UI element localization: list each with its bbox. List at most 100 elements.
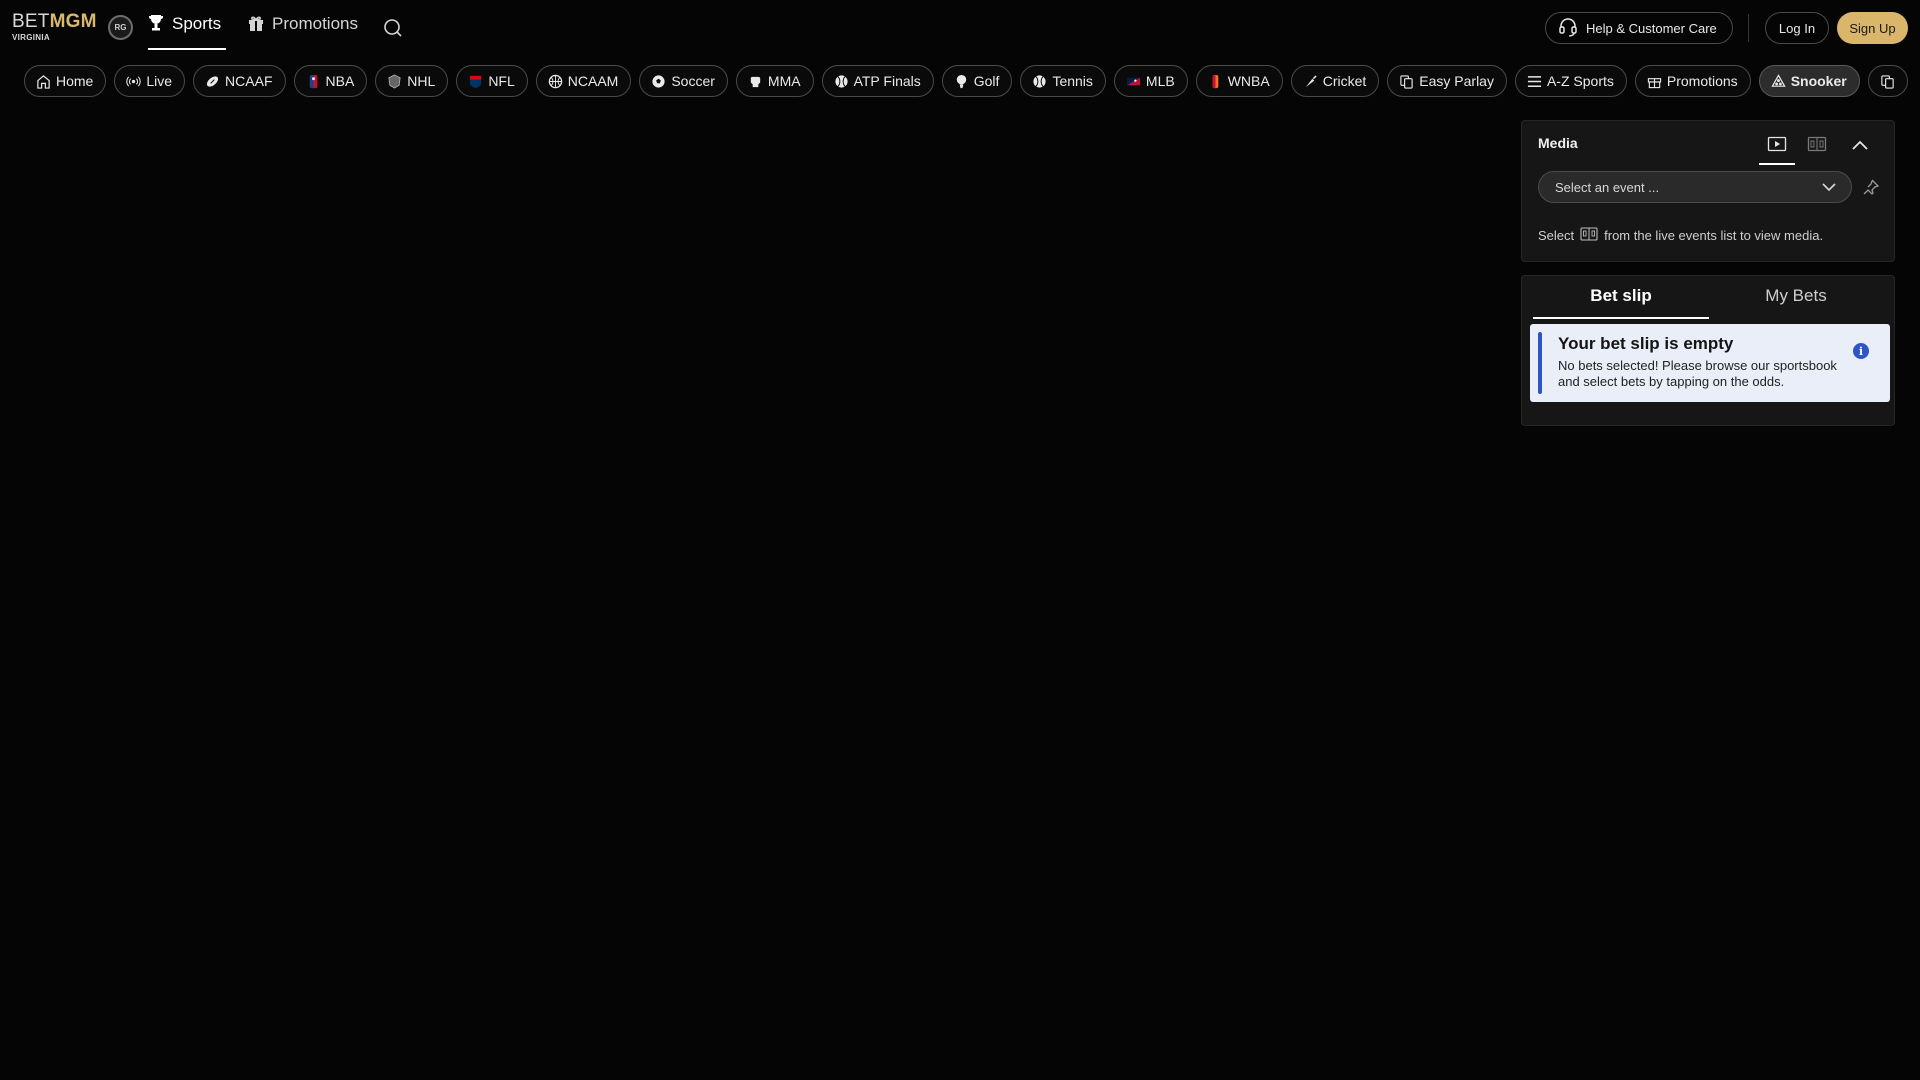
soccer-ball-icon [651,74,666,89]
chip-label: Golf [973,73,1000,89]
mlb-logo-icon [1126,74,1141,89]
chip-atp-finals[interactable]: ATP Finals [821,65,934,97]
tennis-ball-icon [1032,74,1047,89]
chip-easy-parlay[interactable]: Easy Parlay [1387,65,1507,97]
chip-golf[interactable]: Golf [941,65,1013,97]
chip-overflow[interactable] [1867,65,1908,97]
headset-icon [1558,17,1578,40]
chip-mlb[interactable]: MLB [1113,65,1188,97]
chip-label: MMA [767,73,801,89]
nba-logo-icon [306,74,321,89]
media-panel: Media Select an event ... Select from th… [1521,120,1895,262]
football-icon [205,74,220,89]
login-button[interactable]: Log In [1765,12,1829,44]
nav-promotions-label: Promotions [272,14,358,33]
chip-a-z-sports[interactable]: A-Z Sports [1514,65,1627,97]
empty-bet-slip-text: No bets selected! Please browse our spor… [1558,358,1837,389]
chip-label: MLB [1145,73,1175,89]
basketball-icon [548,74,563,89]
media-title: Media [1538,135,1578,151]
gift-icon [248,14,264,37]
chip-ncaaf[interactable]: NCAAF [193,65,286,97]
responsible-gaming-badge[interactable]: RG [108,15,133,40]
bet-slip-panel: Bet slip My Bets Your bet slip is empty … [1521,275,1895,426]
chip-label: NBA [325,73,355,89]
parlay-icon [1880,74,1895,89]
menu-icon [1527,74,1542,89]
nav-sports-label: Sports [172,14,222,33]
chip-label: NHL [407,73,436,89]
chip-live[interactable]: Live [114,65,186,97]
nfl-logo-icon [468,74,483,89]
info-icon: i [1853,343,1869,359]
chip-soccer[interactable]: Soccer [639,65,728,97]
chip-label: ATP Finals [853,73,921,89]
chip-cricket[interactable]: Cricket [1290,65,1380,97]
chip-label: Easy Parlay [1419,73,1494,89]
media-video-tab[interactable] [1759,131,1795,165]
chip-tennis[interactable]: Tennis [1020,65,1106,97]
logo-state-label: VIRGINIA [12,33,50,42]
notice-accent-bar [1538,332,1542,394]
top-header: BETMGM VIRGINIA RG Sports Promotions Hel… [0,0,1920,56]
tab-bet-slip[interactable]: Bet slip [1533,276,1709,319]
wnba-logo-icon [1208,74,1223,89]
parlay-icon [1399,74,1414,89]
cricket-bat-icon [1303,74,1318,89]
golf-ball-icon [954,74,969,89]
tennis-ball-icon [834,74,849,89]
chevron-up-icon[interactable] [1848,133,1872,157]
glove-icon [748,74,763,89]
chip-label: Cricket [1322,73,1367,89]
pin-icon[interactable] [1862,178,1880,196]
chip-promotions[interactable]: Promotions [1634,65,1751,97]
search-icon[interactable] [383,18,403,38]
help-button-label: Help & Customer Care [1586,20,1717,36]
chip-label: Promotions [1666,73,1738,89]
nav-promotions[interactable]: Promotions [248,14,364,50]
home-icon [36,74,51,89]
nhl-logo-icon [387,74,402,89]
chip-nba[interactable]: NBA [293,65,368,97]
media-scoreboard-tab[interactable] [1799,131,1835,163]
chip-home[interactable]: Home [24,65,107,97]
chip-label: Live [146,73,173,89]
sports-chip-bar: Home Live NCAAF NBA NHL NFL NCAAM Soccer… [24,65,1920,97]
chevron-down-icon [1821,180,1837,197]
event-select-placeholder: Select an event ... [1555,179,1660,195]
nav-sports[interactable]: Sports [148,14,226,50]
betmgm-logo[interactable]: BETMGM VIRGINIA [12,12,104,44]
help-customer-care-button[interactable]: Help & Customer Care [1545,12,1733,44]
chip-label: Tennis [1052,73,1093,89]
header-divider [1748,14,1749,42]
chip-label: NCAAM [567,73,619,89]
media-info-after: from the live events list to view media. [1604,228,1824,243]
chip-ncaam[interactable]: NCAAM [535,65,632,97]
event-select-dropdown[interactable]: Select an event ... [1538,171,1852,203]
chip-label: Snooker [1790,73,1847,89]
media-info-before: Select [1538,228,1575,243]
snooker-icon [1771,73,1786,89]
chip-label: NCAAF [225,73,273,89]
chip-nhl[interactable]: NHL [375,65,449,97]
media-instructions: Select from the live events list to view… [1538,227,1823,244]
play-video-icon [1767,135,1787,158]
chip-label: A-Z Sports [1546,73,1614,89]
chip-mma[interactable]: MMA [735,65,814,97]
scoreboard-icon [1807,135,1827,158]
live-icon [126,74,141,89]
chip-label: Soccer [671,73,715,89]
chip-label: WNBA [1227,73,1270,89]
scoreboard-icon [1580,227,1598,244]
empty-bet-slip-notice: Your bet slip is empty No bets selected!… [1530,324,1890,402]
chip-label: Home [56,73,94,89]
chip-label: NFL [488,73,515,89]
chip-wnba[interactable]: WNBA [1195,65,1283,97]
chip-nfl[interactable]: NFL [456,65,528,97]
empty-bet-slip-title: Your bet slip is empty [1558,334,1734,353]
tab-my-bets[interactable]: My Bets [1708,276,1884,316]
signup-button[interactable]: Sign Up [1837,12,1908,44]
logo-wordmark: BETMGM [12,11,97,32]
chip-snooker[interactable]: Snooker [1758,65,1860,97]
gift-icon [1647,74,1662,89]
